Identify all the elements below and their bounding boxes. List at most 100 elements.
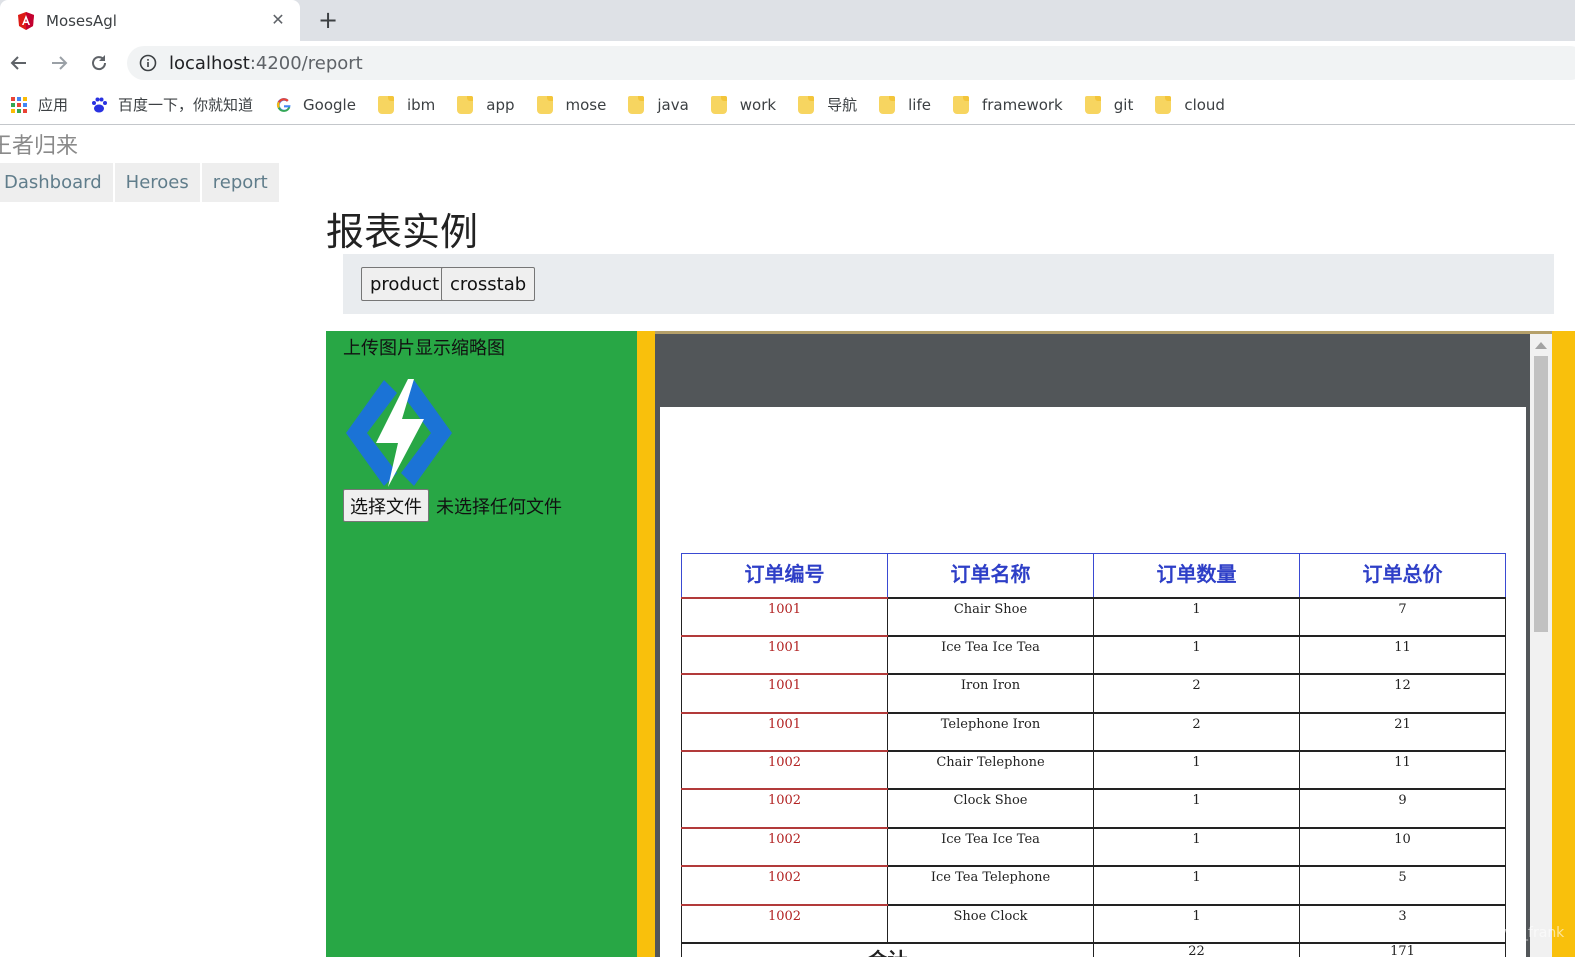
app-title: 王者归来 [0, 134, 79, 159]
file-status: 未选择任何文件 [436, 497, 562, 518]
bookmark-folder-framework[interactable]: framework [952, 95, 1063, 114]
cell-order-total: 10 [1299, 826, 1506, 867]
pdf-viewer[interactable]: 订单编号 订单名称 订单数量 订单总价 1001 Chair Shoe 1 7 100… [655, 331, 1552, 957]
url-host: localhost [169, 52, 250, 74]
cell-order-qty: 1 [1093, 596, 1300, 636]
right-yellow-strip [1552, 331, 1575, 957]
cell-order-total: 12 [1299, 673, 1506, 713]
table-row: 1002 Ice Tea Ice Tea 1 10 [681, 826, 1506, 867]
watermark: https://blog.csdn.net/steve_frank [1333, 925, 1565, 941]
cell-order-qty: 1 [1093, 634, 1300, 675]
bookmark-label: life [908, 95, 931, 114]
cell-order-id: 1002 [681, 750, 888, 790]
close-tab-icon[interactable]: ✕ [268, 10, 288, 30]
bookmark-folder-nav[interactable]: 导航 [798, 94, 857, 115]
arrow-right-icon [52, 56, 68, 70]
folder-icon [952, 95, 969, 114]
cell-order-id: 1002 [681, 903, 888, 944]
table-total-row: 合计 22 171 [681, 942, 1506, 957]
nav-heroes[interactable]: Heroes [114, 163, 200, 202]
bookmark-folder-cloud[interactable]: cloud [1155, 95, 1225, 114]
bookmark-label: 导航 [827, 96, 858, 114]
scroll-up-arrow-icon[interactable] [1535, 342, 1547, 349]
browser-toolbar: localhost:4200/report [0, 41, 1575, 85]
table-row: 1001 Chair Shoe 1 7 [681, 596, 1506, 636]
total-label: 合计 [681, 942, 1094, 957]
bookmark-label: 应用 [38, 96, 69, 114]
cell-order-qty: 1 [1093, 826, 1300, 867]
url-path: :4200/report [249, 52, 363, 74]
pdf-scrollbar[interactable] [1530, 334, 1552, 957]
table-row: 1002 Clock Shoe 1 9 [681, 788, 1506, 828]
bookmark-folder-mose[interactable]: mose [536, 95, 606, 114]
cell-order-id: 1002 [681, 788, 888, 828]
choose-file-button[interactable]: 选择文件 [343, 489, 429, 522]
nav-report[interactable]: report [201, 163, 279, 202]
cell-order-id: 1001 [681, 596, 888, 636]
cell-order-name: Ice Tea Telephone [887, 865, 1094, 905]
bookmark-label: app [486, 95, 515, 114]
cell-order-name: Chair Shoe [887, 596, 1094, 636]
upload-label: 上传图片显示缩略图 [343, 338, 505, 359]
cell-order-qty: 1 [1093, 903, 1300, 944]
bookmark-google[interactable]: Google [275, 96, 356, 114]
cell-order-qty: 1 [1093, 750, 1300, 790]
order-table: 订单编号 订单名称 订单数量 订单总价 1001 Chair Shoe 1 7 100… [681, 553, 1506, 957]
cell-order-name: Telephone Iron [887, 711, 1094, 752]
product-button[interactable]: product [361, 267, 449, 301]
bookmark-label: framework [981, 95, 1063, 114]
total-quantity: 22 [1093, 942, 1300, 957]
new-tab-button[interactable]: + [314, 6, 342, 34]
bookmark-label: git [1113, 95, 1134, 114]
table-header-row: 订单编号 订单名称 订单数量 订单总价 [681, 553, 1506, 598]
baidu-paw-icon [92, 97, 108, 112]
cell-order-total: 11 [1299, 750, 1506, 790]
cell-order-name: Ice Tea Ice Tea [887, 634, 1094, 675]
bookmark-label: java [657, 95, 689, 114]
bookmark-folder-life[interactable]: life [879, 95, 931, 114]
report-button-bar: product crosstab [343, 254, 1554, 314]
tab-title: MosesAgl [46, 11, 117, 30]
folder-icon [536, 95, 553, 114]
nav-dashboard[interactable]: Dashboard [0, 163, 113, 202]
panel-divider [637, 331, 655, 957]
header-order-id: 订单编号 [681, 553, 888, 598]
scroll-thumb[interactable] [1534, 356, 1548, 632]
cell-order-name: Ice Tea Ice Tea [887, 826, 1094, 867]
bookmark-folder-work[interactable]: work [710, 95, 777, 114]
info-icon[interactable] [139, 54, 157, 72]
cell-order-total: 11 [1299, 634, 1506, 675]
cell-order-id: 1001 [681, 634, 888, 675]
crosstab-button[interactable]: crosstab [441, 267, 536, 301]
cell-order-qty: 2 [1093, 711, 1300, 752]
apps-grid-icon [11, 96, 27, 113]
reload-icon [92, 55, 107, 71]
table-row: 1002 Chair Telephone 1 11 [681, 750, 1506, 790]
bookmark-folder-app[interactable]: app [457, 95, 515, 114]
address-bar[interactable]: localhost:4200/report [127, 46, 1575, 80]
bookmark-folder-java[interactable]: java [628, 95, 689, 114]
reload-button[interactable] [86, 50, 112, 76]
cell-order-total: 7 [1299, 596, 1506, 636]
table-row: 1001 Ice Tea Ice Tea 1 11 [681, 634, 1506, 675]
forward-button[interactable] [46, 50, 72, 76]
angular-logo-icon [18, 11, 34, 30]
cell-order-qty: 2 [1093, 673, 1300, 713]
cell-order-name: Chair Telephone [887, 750, 1094, 790]
bookmark-apps[interactable]: 应用 [10, 94, 68, 115]
cell-order-name: Clock Shoe [887, 788, 1094, 828]
bookmark-folder-ibm[interactable]: ibm [377, 95, 435, 114]
cell-order-qty: 1 [1093, 788, 1300, 828]
app-nav: Dashboard Heroes report [0, 163, 281, 202]
bookmark-folder-git[interactable]: git [1084, 95, 1134, 114]
folder-icon [457, 95, 474, 114]
cell-order-name: Shoe Clock [887, 903, 1094, 944]
bookmark-baidu[interactable]: 百度一下，你就知道 [90, 94, 253, 115]
back-button[interactable] [6, 50, 32, 76]
browser-tab-strip: MosesAgl ✕ + [0, 0, 1575, 41]
browser-tab[interactable]: MosesAgl ✕ [0, 0, 300, 41]
table-row: 1002 Ice Tea Telephone 1 5 [681, 865, 1506, 905]
bookmark-label: work [739, 95, 777, 114]
cell-order-id: 1001 [681, 673, 888, 713]
cell-order-total: 5 [1299, 865, 1506, 905]
